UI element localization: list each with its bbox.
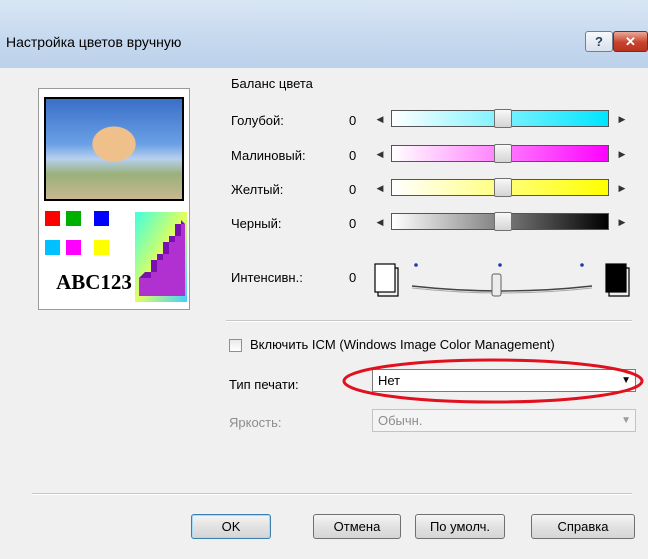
red-swatch [45, 211, 60, 226]
high-intensity-icon [605, 263, 630, 297]
black-thumb[interactable] [494, 212, 512, 231]
cyan-right-arrow-icon[interactable]: ▶ [617, 112, 627, 126]
intensity-value: 0 [349, 270, 357, 285]
question-icon: ? [595, 34, 603, 49]
yellow-swatch [94, 240, 109, 255]
magenta-value: 0 [349, 148, 357, 163]
magenta-left-arrow-icon[interactable]: ◀ [375, 147, 385, 161]
separator-top [226, 320, 632, 322]
help-title-button[interactable]: ? [585, 31, 613, 52]
yellow-right-arrow-icon[interactable]: ▶ [617, 181, 627, 195]
brightness-select[interactable]: Обычн. ▼ [372, 409, 636, 432]
color-balance-title: Баланс цвета [231, 76, 313, 91]
intensity-label: Интенсивн.: [231, 270, 303, 285]
print-type-label: Тип печати: [229, 377, 299, 392]
sample-text: ABC123 [56, 269, 132, 294]
brightness-label: Яркость: [229, 415, 282, 430]
green-swatch [66, 211, 81, 226]
black-label: Черный: [231, 216, 282, 231]
window-title: Настройка цветов вручную [6, 34, 182, 50]
icm-checkbox[interactable] [229, 339, 242, 352]
dropdown-arrow-icon: ▼ [621, 415, 631, 426]
help-button[interactable]: Справка [531, 514, 635, 539]
magenta-slider[interactable]: ◀ ▶ [375, 144, 630, 164]
low-intensity-icon [374, 263, 399, 297]
separator-bottom [32, 493, 632, 495]
intensity-slider[interactable] [372, 256, 632, 302]
magenta-label: Малиновый: [231, 148, 306, 163]
yellow-value: 0 [349, 182, 357, 197]
black-value: 0 [349, 216, 357, 231]
yellow-thumb[interactable] [494, 178, 512, 197]
highlight-ellipse [342, 358, 644, 404]
cyan-swatch [45, 240, 60, 255]
cyan-left-arrow-icon[interactable]: ◀ [375, 112, 385, 126]
close-icon: ✕ [625, 33, 636, 49]
blue-swatch [94, 211, 109, 226]
defaults-button[interactable]: По умолч. [415, 514, 505, 539]
cyan-value: 0 [349, 113, 357, 128]
magenta-thumb[interactable] [494, 144, 512, 163]
cyan-thumb[interactable] [494, 109, 512, 128]
black-slider[interactable]: ◀ ▶ [375, 212, 630, 232]
preview-photo [44, 97, 184, 201]
brightness-value: Обычн. [378, 413, 423, 428]
icm-label[interactable]: Включить ICM (Windows Image Color Manage… [250, 337, 555, 352]
cyan-label: Голубой: [231, 113, 284, 128]
magenta-swatch [66, 240, 81, 255]
cancel-button[interactable]: Отмена [313, 514, 401, 539]
cyan-slider[interactable]: ◀ ▶ [375, 109, 630, 129]
magenta-right-arrow-icon[interactable]: ▶ [617, 147, 627, 161]
black-left-arrow-icon[interactable]: ◀ [375, 215, 385, 229]
yellow-label: Желтый: [231, 182, 284, 197]
gradient-stairs-graphic [135, 212, 187, 302]
yellow-slider[interactable]: ◀ ▶ [375, 178, 630, 198]
ok-button[interactable]: OK [191, 514, 271, 539]
yellow-left-arrow-icon[interactable]: ◀ [375, 181, 385, 195]
close-button[interactable]: ✕ [613, 31, 648, 52]
black-right-arrow-icon[interactable]: ▶ [617, 215, 627, 229]
